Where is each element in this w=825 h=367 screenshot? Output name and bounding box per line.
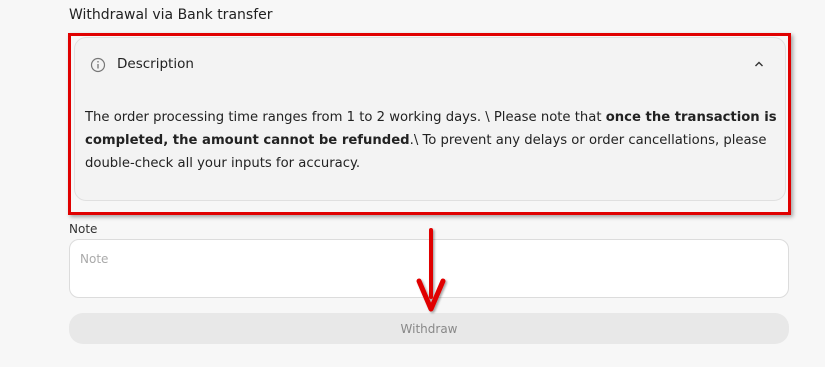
withdrawal-panel: Withdrawal via Bank transfer Description… — [0, 0, 825, 367]
description-header[interactable]: Description — [75, 38, 785, 92]
description-text: The order processing time ranges from 1 … — [85, 106, 780, 175]
note-input[interactable] — [69, 239, 789, 298]
section-title: Withdrawal via Bank transfer — [69, 7, 273, 23]
description-card: Description The order processing time ra… — [74, 37, 786, 201]
description-text-part-1: The order processing time ranges from 1 … — [85, 110, 606, 125]
withdraw-button[interactable]: Withdraw — [69, 313, 789, 344]
chevron-up-icon[interactable] — [753, 58, 765, 70]
description-title: Description — [117, 56, 194, 72]
info-icon — [90, 57, 106, 73]
note-label: Note — [69, 222, 98, 236]
